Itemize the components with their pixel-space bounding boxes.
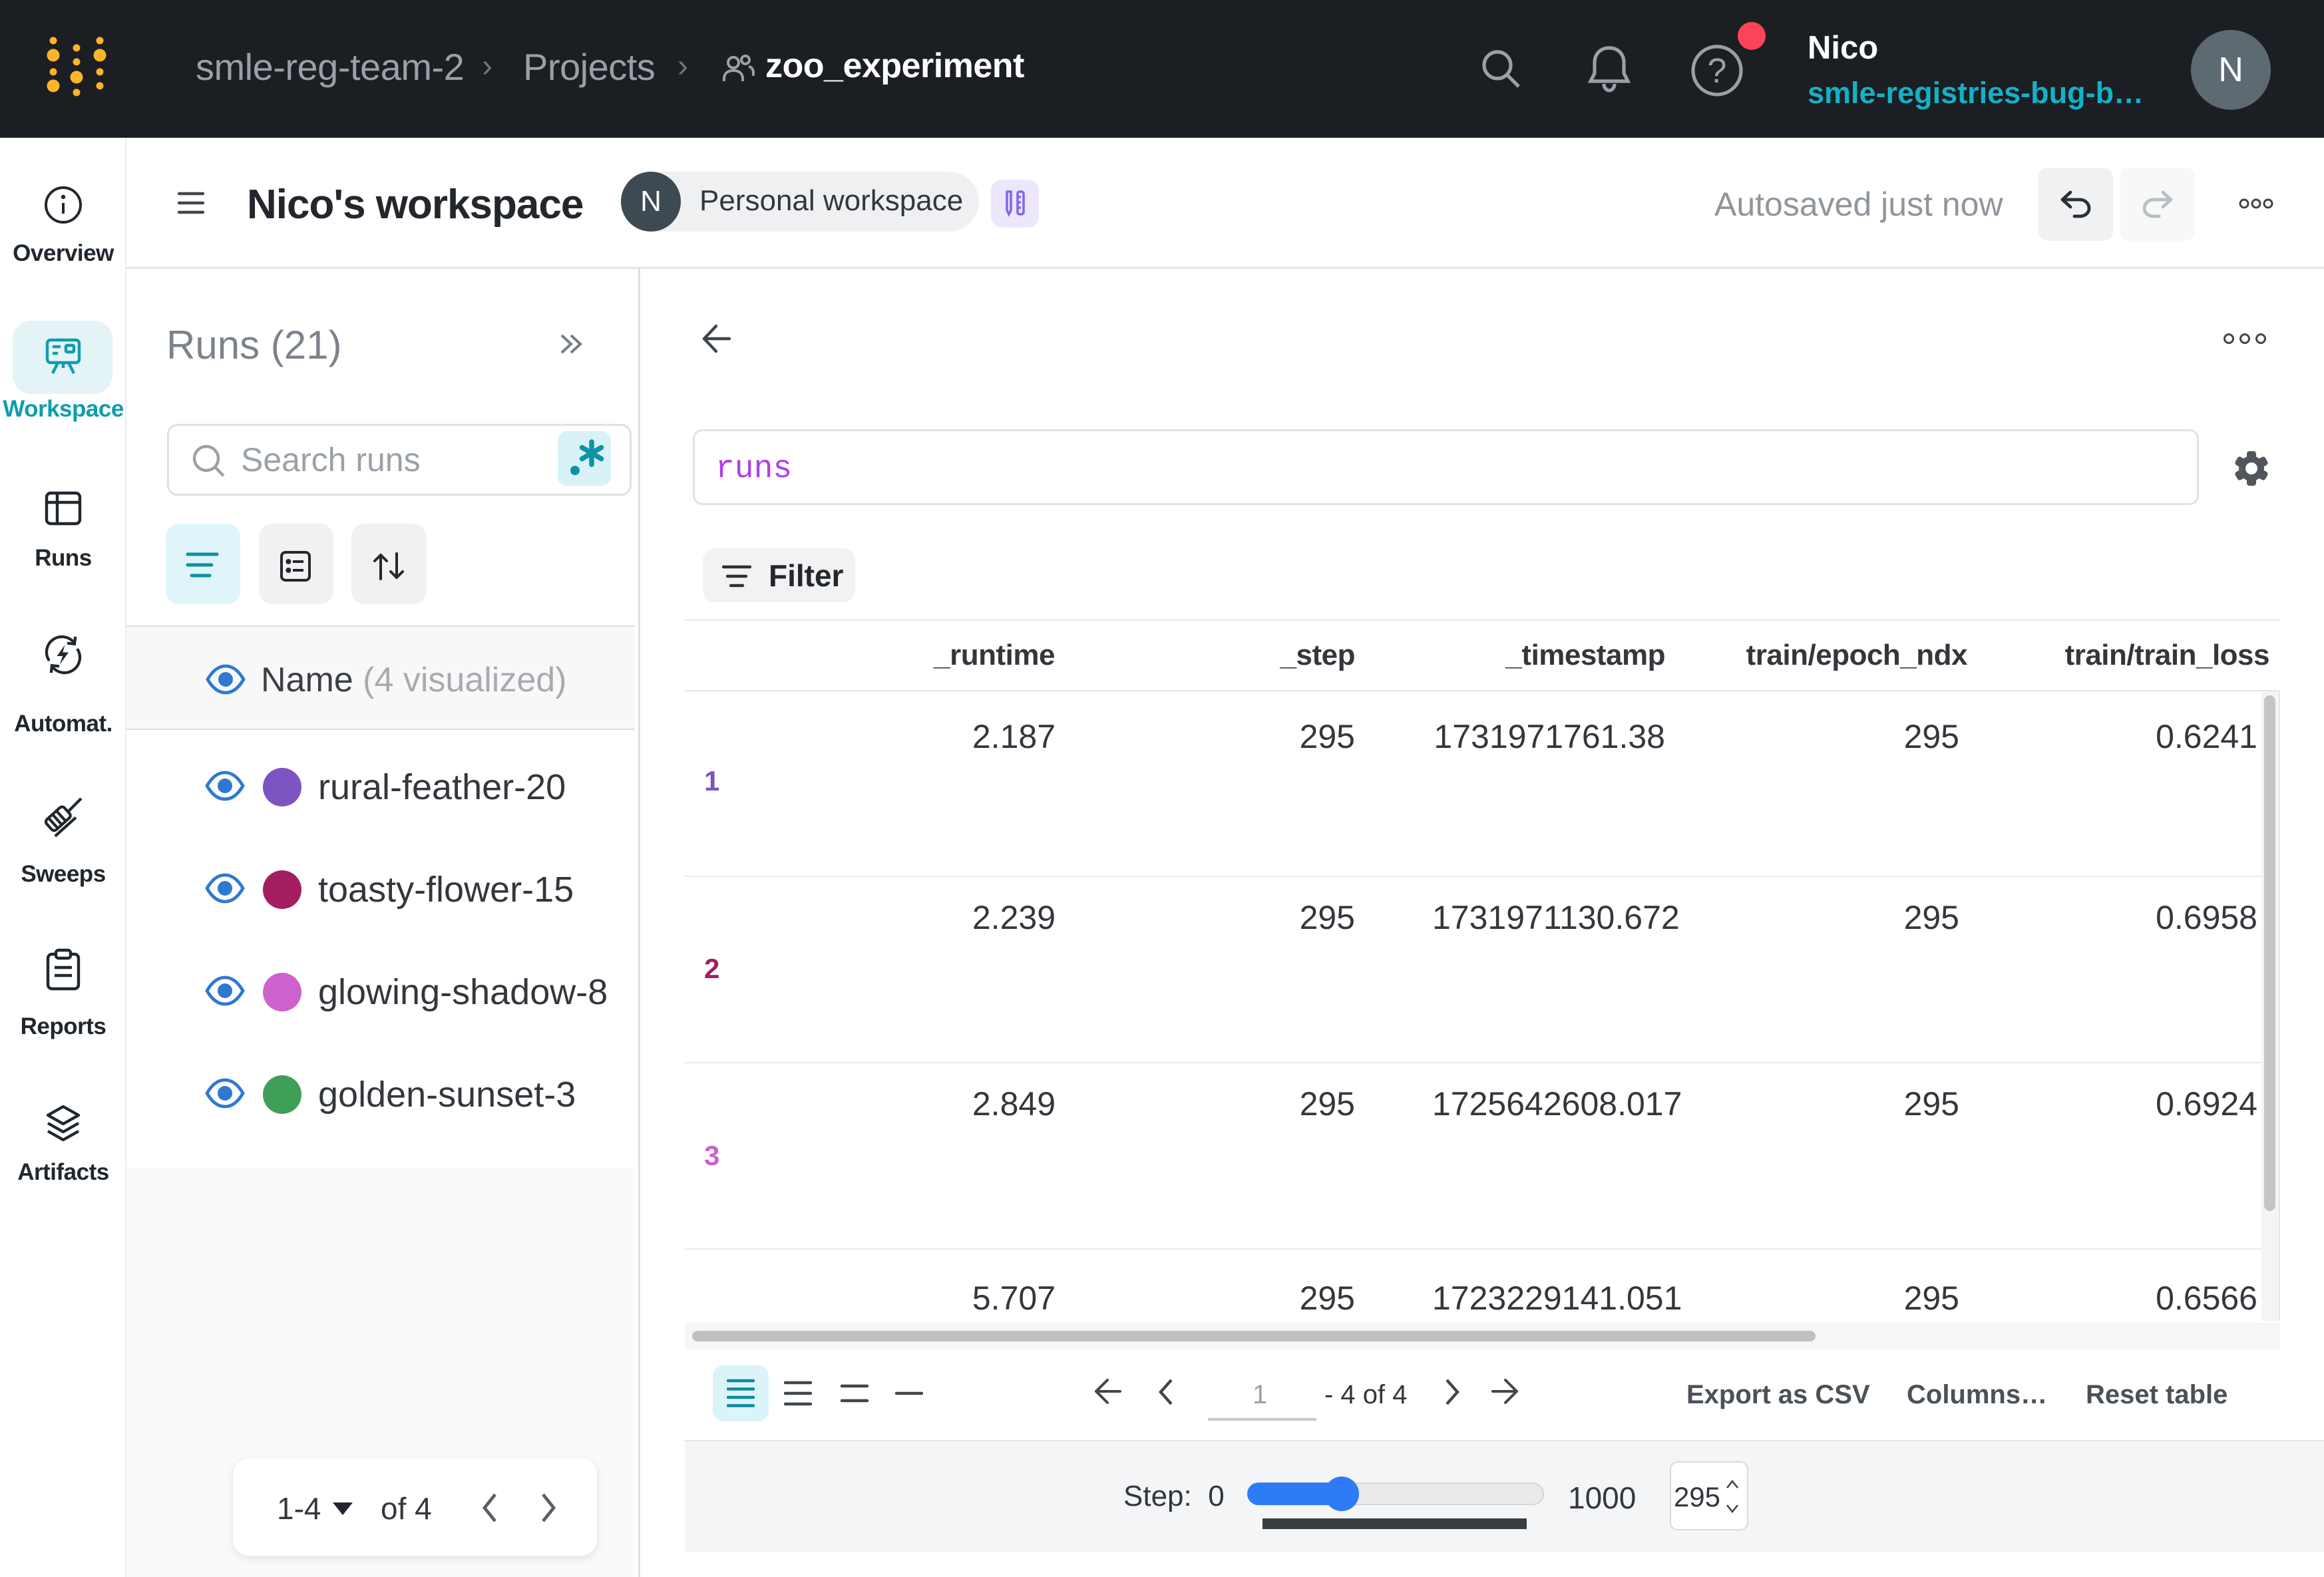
svg-text:?: ? <box>1708 52 1727 90</box>
